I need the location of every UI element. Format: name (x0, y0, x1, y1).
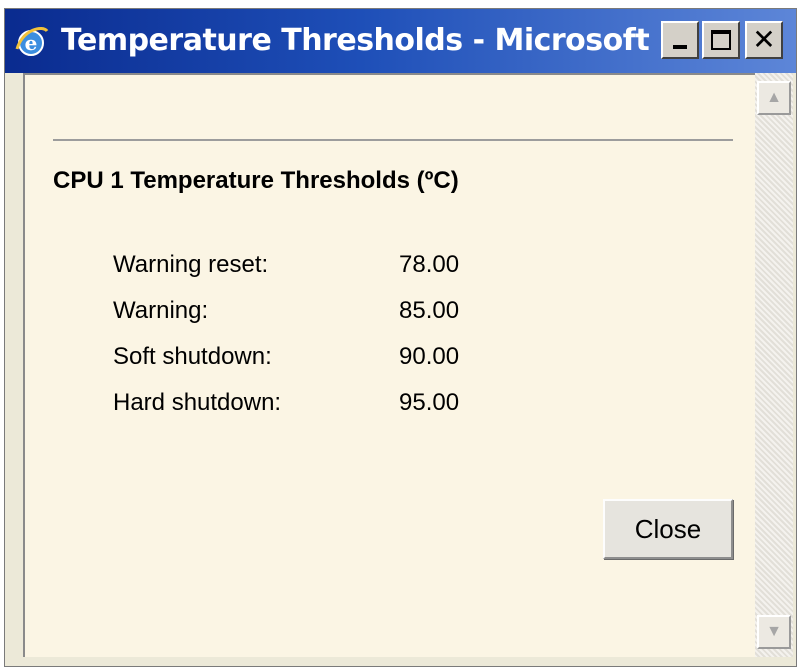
threshold-label: Warning reset: (113, 251, 269, 278)
scroll-up-button[interactable]: ▲ (757, 81, 791, 115)
divider (53, 139, 733, 141)
threshold-label: Warning: (113, 297, 209, 324)
threshold-label: Hard shutdown: (113, 389, 282, 416)
threshold-value: 85.00 (399, 297, 460, 324)
arrow-up-icon: ▲ (766, 89, 782, 106)
close-window-button[interactable]: ✕ (745, 21, 783, 59)
browser-popup-window: e Temperature Thresholds - Microsoft ...… (4, 8, 797, 667)
title-bar[interactable]: e Temperature Thresholds - Microsoft ...… (5, 9, 796, 73)
scroll-down-button[interactable]: ▼ (757, 615, 791, 649)
maximize-button[interactable] (702, 21, 740, 59)
arrow-down-icon: ▼ (766, 623, 782, 640)
window-title: Temperature Thresholds - Microsoft ... (61, 23, 692, 58)
maximize-icon (711, 30, 731, 50)
minimize-icon (673, 45, 687, 49)
threshold-value: 95.00 (399, 389, 460, 416)
minimize-button[interactable] (661, 21, 699, 59)
close-icon: ✕ (752, 23, 776, 56)
content-area: CPU 1 Temperature Thresholds (ºC) Warnin… (23, 73, 755, 657)
threshold-value: 90.00 (399, 343, 460, 370)
page-heading: CPU 1 Temperature Thresholds (ºC) (53, 167, 459, 194)
threshold-value: 78.00 (399, 251, 460, 278)
threshold-label: Soft shutdown: (113, 343, 272, 370)
ie-icon: e (15, 26, 49, 56)
vertical-scrollbar[interactable]: ▲ ▼ (755, 73, 793, 657)
close-button[interactable]: Close (603, 499, 733, 559)
